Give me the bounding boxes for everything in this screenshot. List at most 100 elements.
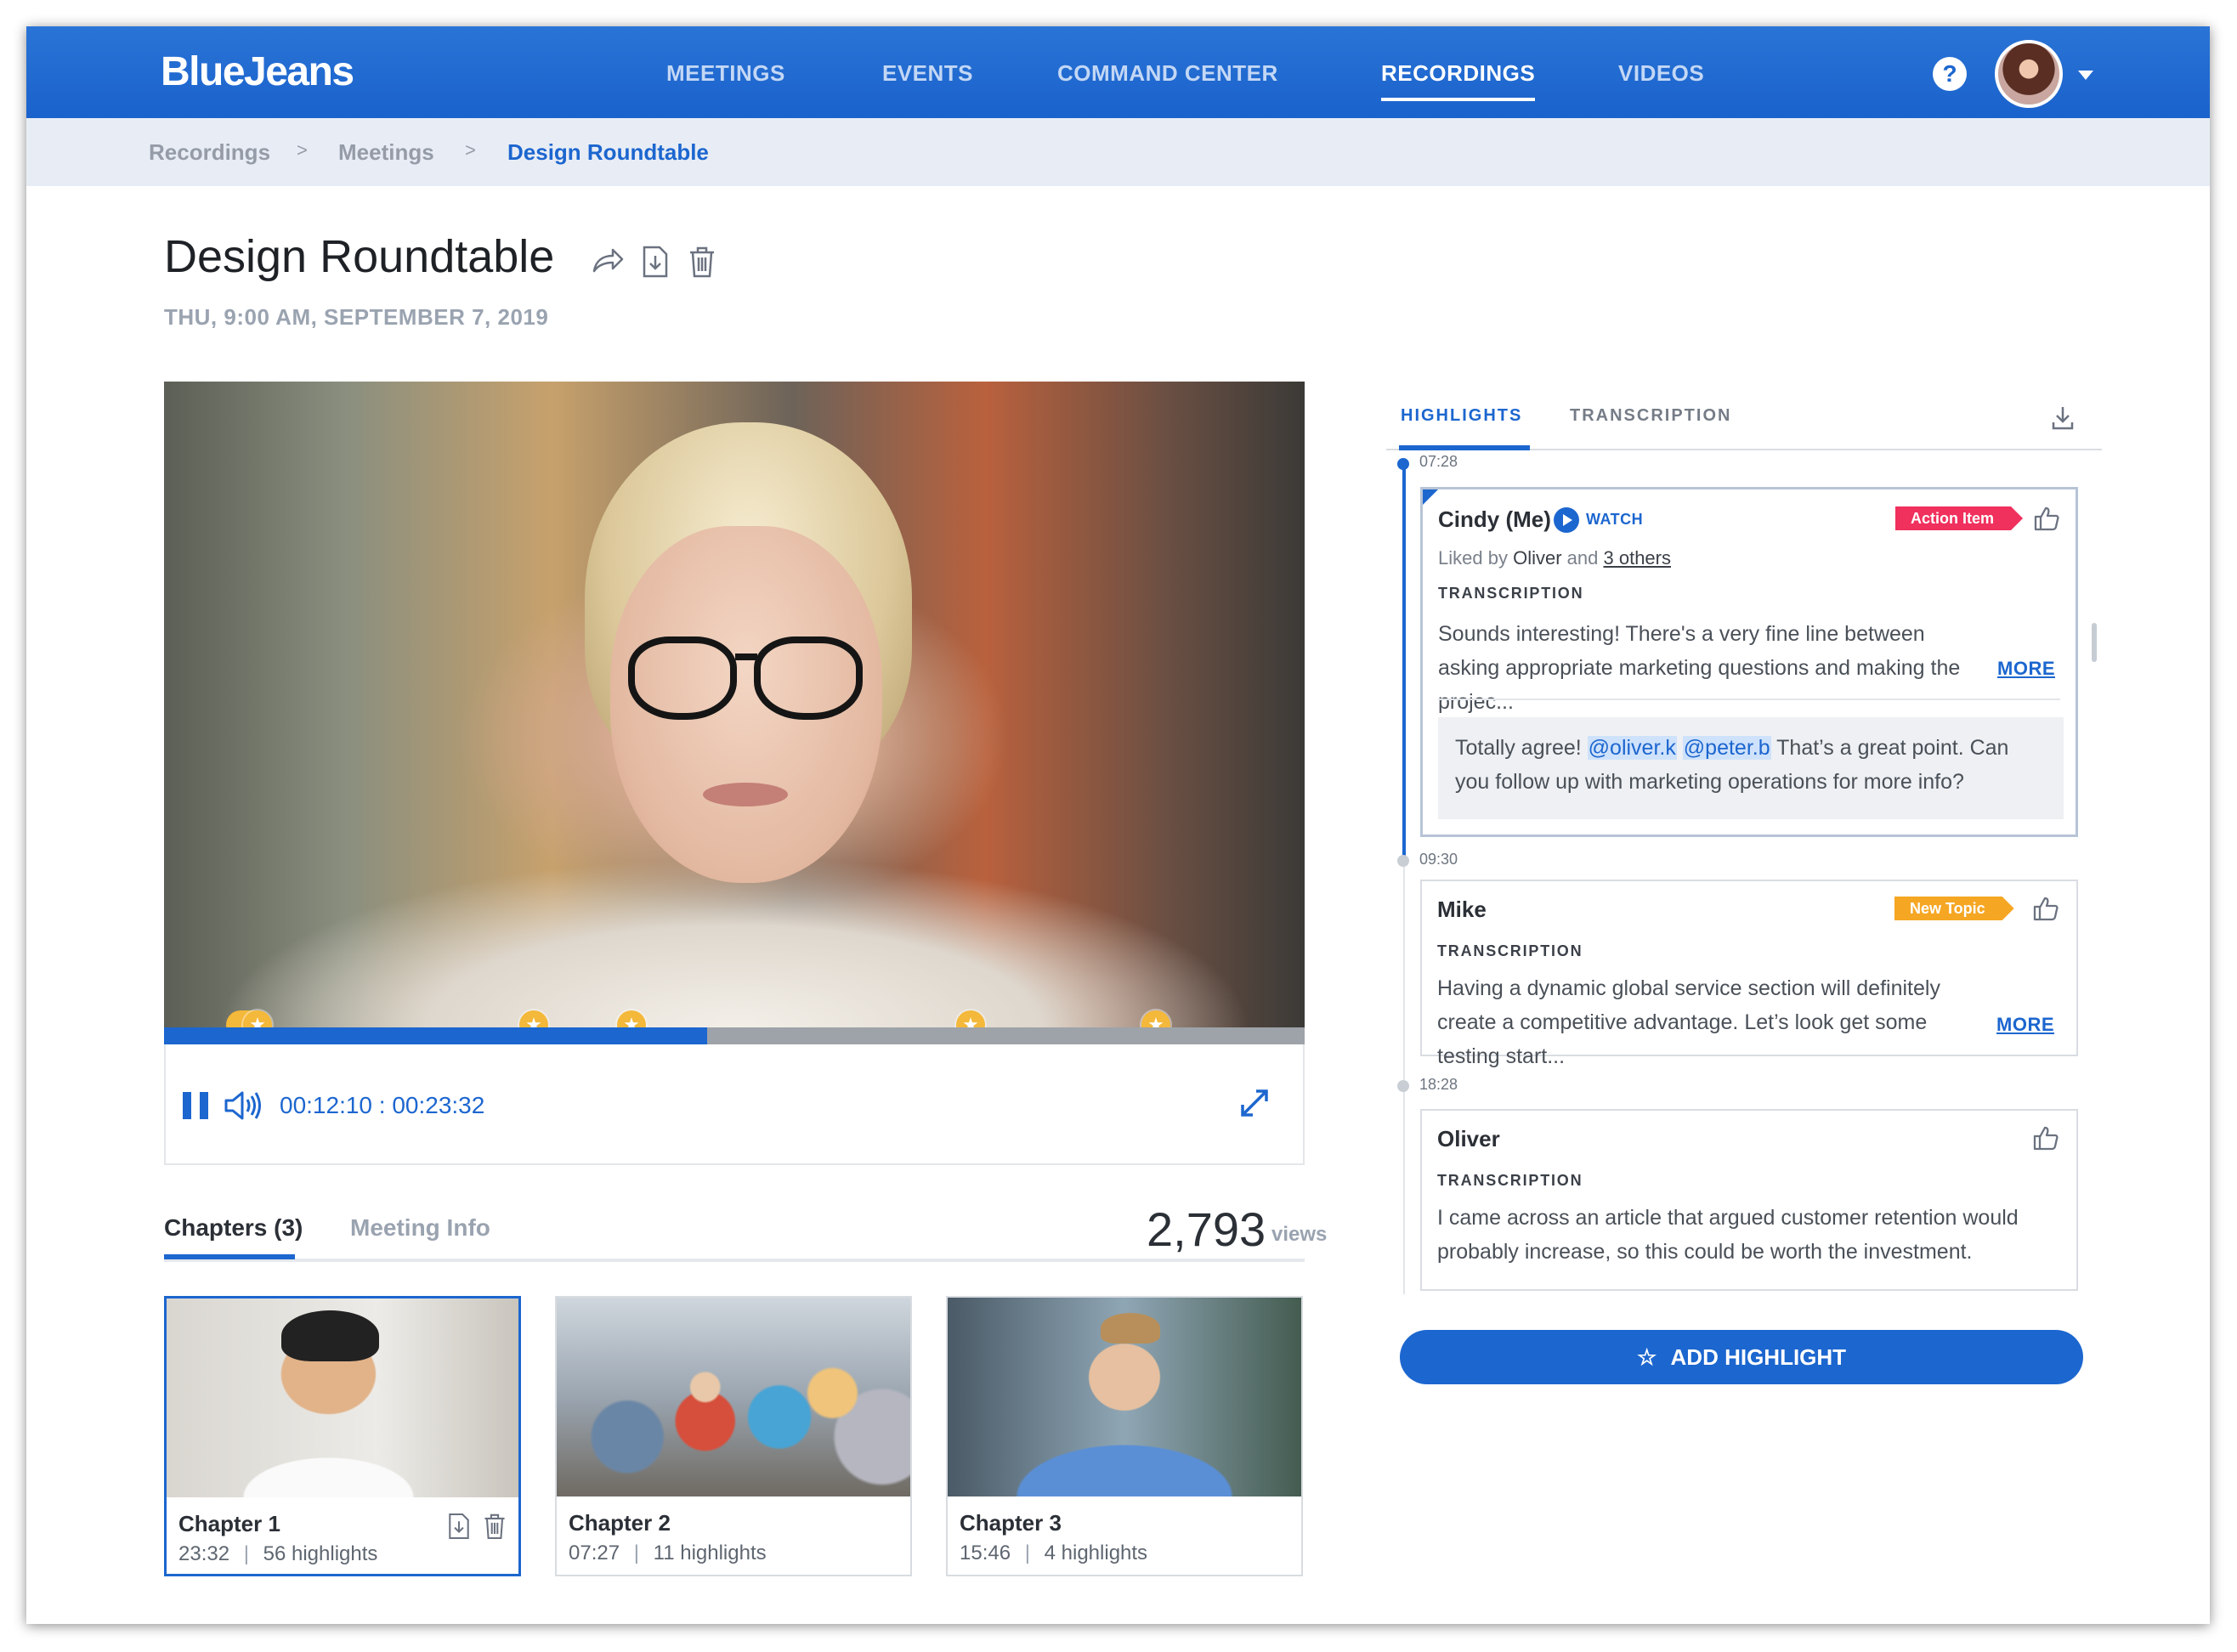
lower-tabs-divider (164, 1259, 1305, 1262)
chapter-duration: 07:27 (569, 1542, 620, 1564)
add-highlight-button[interactable]: ☆ ADD HIGHLIGHT (1400, 1330, 2083, 1384)
transcription-text: Sounds interesting! There's a very fine … (1438, 622, 1961, 714)
account-menu-caret-icon[interactable] (2078, 71, 2093, 80)
chapter-title: Chapter 3 (960, 1510, 1062, 1536)
volume-icon[interactable] (224, 1089, 263, 1123)
nav-recordings[interactable]: RECORDINGS (1381, 60, 1536, 101)
thumbs-up-icon[interactable] (2033, 505, 2060, 532)
tab-transcription[interactable]: TRANSCRIPTION (1570, 406, 1731, 426)
highlight-card-active-corner (1423, 489, 1438, 505)
share-icon[interactable] (591, 246, 625, 276)
nav-active-underline (1381, 98, 1536, 101)
playback-timecode: 00:12:10 : 00:23:32 (280, 1092, 485, 1118)
mention-oliver[interactable]: @oliver.k (1587, 736, 1677, 760)
breadcrumb-separator: > (297, 139, 308, 161)
chapter-stats: 07:27 | 11 highlights (569, 1542, 767, 1565)
chapter-stats: 15:46 | 4 highlights (960, 1542, 1147, 1565)
highlights-scrollbar[interactable] (2092, 623, 2097, 662)
chapter-title: Chapter 2 (569, 1510, 671, 1536)
nav-events[interactable]: EVENTS (882, 60, 973, 87)
video-frame-glasses (754, 636, 863, 720)
action-item-tag: Action Item (1895, 506, 2023, 530)
tab-highlights-underline (1399, 445, 1530, 450)
liked-by-and: and (1566, 547, 1599, 569)
thumbs-up-icon[interactable] (2032, 895, 2059, 922)
highlight-timestamp[interactable]: 07:28 (1419, 453, 1458, 471)
mention-peter[interactable]: @peter.b (1682, 736, 1771, 760)
video-frame-glasses (628, 636, 737, 720)
play-icon[interactable] (1554, 507, 1579, 533)
more-link[interactable]: MORE (1996, 1014, 2054, 1036)
help-icon[interactable]: ? (1933, 57, 1967, 91)
more-link[interactable]: MORE (1997, 658, 2055, 680)
download-icon[interactable] (2051, 405, 2075, 431)
chapter-highlights: 11 highlights (653, 1542, 767, 1564)
recording-title: Design Roundtable (164, 231, 555, 282)
bluejeans-logo[interactable]: BlueJeans (161, 48, 354, 95)
nav-command-center[interactable]: COMMAND CENTER (1057, 60, 1278, 87)
tab-highlights[interactable]: HIGHLIGHTS (1401, 406, 1522, 426)
star-icon: ☆ (1636, 1344, 1657, 1370)
app-window: BlueJeans MEETINGS EVENTS COMMAND CENTER… (26, 26, 2210, 1624)
chapter-3-thumbnail-hair (1101, 1313, 1160, 1344)
trash-icon[interactable] (483, 1513, 507, 1540)
highlight-timestamp[interactable]: 18:28 (1419, 1076, 1458, 1094)
trash-icon[interactable] (688, 246, 716, 278)
download-icon[interactable] (447, 1513, 471, 1540)
fullscreen-icon[interactable] (1238, 1087, 1271, 1119)
chapter-duration: 15:46 (960, 1542, 1011, 1564)
video-frame-glasses-bridge (735, 653, 757, 660)
liked-by-others-link[interactable]: 3 others (1604, 547, 1672, 569)
timeline-dot (1397, 458, 1409, 470)
chapter-stats-separator: | (243, 1542, 249, 1565)
chapter-stats: 23:32 | 56 highlights (178, 1542, 377, 1566)
highlight-card[interactable]: Oliver TRANSCRIPTION I came across an ar… (1420, 1109, 2078, 1291)
chapter-stats-separator: | (1024, 1542, 1030, 1564)
card-divider (1438, 699, 2060, 700)
watch-link[interactable]: WATCH (1586, 511, 1643, 529)
highlight-card[interactable]: Cindy (Me) WATCH Action Item Liked by Ol… (1420, 487, 2078, 837)
liked-by: Liked by Oliver and 3 others (1438, 547, 1671, 569)
playback-progress-bar[interactable] (164, 1027, 1305, 1044)
chapter-1-thumbnail-hair (281, 1310, 379, 1361)
highlight-card[interactable]: Mike New Topic TRANSCRIPTION Having a dy… (1420, 880, 2078, 1068)
comment-text: Totally agree! (1455, 736, 1582, 760)
recording-date: THU, 9:00 AM, SEPTEMBER 7, 2019 (164, 304, 549, 330)
nav-recordings-label: RECORDINGS (1381, 60, 1536, 86)
tab-chapters-underline (164, 1254, 295, 1259)
breadcrumb-meetings[interactable]: Meetings (338, 139, 434, 166)
chapter-stats-separator: | (633, 1542, 639, 1564)
nav-meetings[interactable]: MEETINGS (666, 60, 785, 87)
liked-by-name[interactable]: Oliver (1513, 547, 1561, 569)
add-highlight-label: ADD HIGHLIGHT (1670, 1344, 1847, 1370)
chapter-card-1[interactable]: Chapter 1 23:32 | 56 highlights (164, 1296, 521, 1576)
timeline-dot (1397, 855, 1409, 867)
transcription-label: TRANSCRIPTION (1438, 585, 1584, 602)
breadcrumb-separator: > (465, 139, 476, 161)
tab-meeting-info[interactable]: Meeting Info (350, 1214, 490, 1242)
thumbs-up-icon[interactable] (2032, 1124, 2059, 1151)
highlight-author: Mike (1437, 897, 1487, 922)
download-icon[interactable] (641, 246, 670, 278)
chapter-duration: 23:32 (178, 1542, 230, 1565)
video-frame-lips (703, 783, 788, 806)
chapter-highlights: 4 highlights (1044, 1542, 1148, 1564)
breadcrumb-recordings[interactable]: Recordings (149, 139, 270, 166)
transcription-label: TRANSCRIPTION (1437, 942, 1583, 959)
chapter-1-thumbnail (167, 1298, 518, 1497)
playback-progress-fill (164, 1027, 707, 1044)
tab-chapters[interactable]: Chapters (3) (164, 1214, 303, 1242)
views-count: 2,793 (1147, 1202, 1266, 1256)
pause-icon[interactable] (183, 1092, 208, 1119)
user-avatar[interactable] (1995, 40, 2063, 108)
nav-videos[interactable]: VIDEOS (1618, 60, 1704, 87)
chapter-title: Chapter 1 (178, 1511, 280, 1536)
transcription-label: TRANSCRIPTION (1437, 1172, 1583, 1189)
highlight-author: Oliver (1437, 1126, 1500, 1151)
chapter-card-3[interactable]: Chapter 3 15:46 | 4 highlights (946, 1296, 1303, 1576)
chapter-highlights: 56 highlights (263, 1542, 378, 1565)
highlight-timestamp[interactable]: 09:30 (1419, 851, 1458, 868)
video-player[interactable] (164, 382, 1305, 1027)
new-topic-tag: New Topic (1894, 897, 2014, 920)
chapter-card-2[interactable]: Chapter 2 07:27 | 11 highlights (555, 1296, 912, 1576)
